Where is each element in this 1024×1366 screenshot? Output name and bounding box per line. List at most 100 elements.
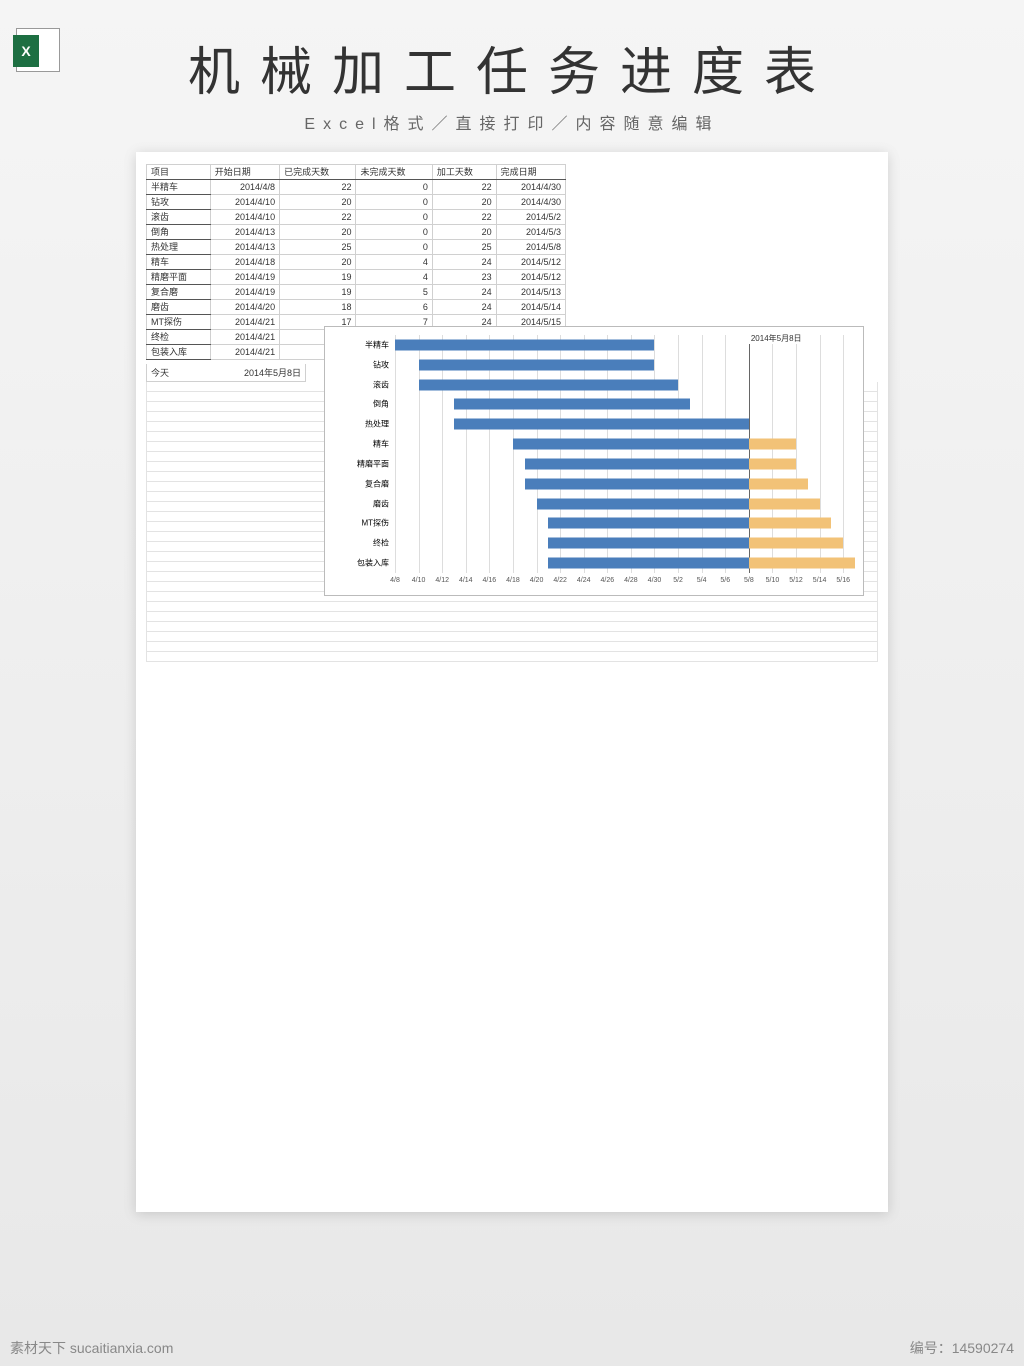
cell-name: 精车 [147,255,211,270]
cell-done: 20 [280,195,356,210]
bar-done [419,359,655,370]
table-row: 精磨平面2014/4/19194232014/5/12 [147,270,566,285]
bar-done [513,439,749,450]
cell-left: 6 [356,300,432,315]
cell-start: 2014/4/21 [210,315,279,330]
cell-dur: 20 [432,195,496,210]
today-label: 今天 [151,366,169,379]
cell-start: 2014/4/21 [210,345,279,360]
chart-category-label: 倒角 [373,399,395,410]
chart-today-label: 2014年5月8日 [749,333,804,344]
x-tick-label: 4/18 [506,577,520,584]
bar-done [548,558,749,569]
cell-dur: 23 [432,270,496,285]
bar-done [419,379,678,390]
cell-done: 19 [280,270,356,285]
cell-start: 2014/4/18 [210,255,279,270]
table-row: 半精车2014/4/8220222014/4/30 [147,180,566,195]
cell-start: 2014/4/19 [210,270,279,285]
cell-name: 倒角 [147,225,211,240]
col-end: 完成日期 [496,165,565,180]
cell-dur: 20 [432,225,496,240]
cell-dur: 24 [432,300,496,315]
x-tick-label: 5/14 [813,577,827,584]
bar-remaining [749,558,855,569]
cell-name: 滚齿 [147,210,211,225]
cell-left: 0 [356,240,432,255]
cell-end: 2014/4/30 [496,195,565,210]
x-tick-label: 4/16 [483,577,497,584]
chart-category-label: MT探伤 [361,518,395,529]
bar-done [525,458,749,469]
bar-done [395,339,654,350]
cell-done: 22 [280,210,356,225]
cell-start: 2014/4/10 [210,195,279,210]
col-done: 已完成天数 [280,165,356,180]
table-row: 热处理2014/4/13250252014/5/8 [147,240,566,255]
col-project: 项目 [147,165,211,180]
cell-done: 22 [280,180,356,195]
cell-start: 2014/4/13 [210,225,279,240]
x-tick-label: 4/20 [530,577,544,584]
table-row: 钻攻2014/4/10200202014/4/30 [147,195,566,210]
cell-name: 复合磨 [147,285,211,300]
cell-dur: 24 [432,285,496,300]
x-tick-label: 4/8 [390,577,400,584]
chart-category-label: 钻攻 [373,359,395,370]
bar-remaining [749,498,820,509]
cell-name: 包装入库 [147,345,211,360]
bar-remaining [749,478,808,489]
footer-id: 编号：14590274 [910,1338,1014,1358]
chart-category-label: 包装入库 [357,558,395,569]
cell-name: 热处理 [147,240,211,255]
cell-left: 4 [356,255,432,270]
bar-remaining [749,439,796,450]
x-tick-label: 4/24 [577,577,591,584]
x-tick-label: 5/12 [789,577,803,584]
bar-remaining [749,518,832,529]
cell-end: 2014/5/12 [496,270,565,285]
x-tick-label: 4/14 [459,577,473,584]
chart-category-label: 复合磨 [365,478,395,489]
x-tick-label: 4/28 [624,577,638,584]
chart-category-label: 磨齿 [373,498,395,509]
cell-end: 2014/5/13 [496,285,565,300]
cell-end: 2014/4/30 [496,180,565,195]
cell-name: 终检 [147,330,211,345]
cell-dur: 24 [432,255,496,270]
chart-category-label: 精车 [373,439,395,450]
cell-name: MT探伤 [147,315,211,330]
cell-name: 磨齿 [147,300,211,315]
cell-done: 20 [280,255,356,270]
x-tick-label: 4/12 [435,577,449,584]
cell-name: 半精车 [147,180,211,195]
bar-done [454,419,749,430]
chart-category-label: 半精车 [365,339,395,350]
x-tick-label: 5/6 [720,577,730,584]
cell-left: 5 [356,285,432,300]
cell-dur: 22 [432,210,496,225]
col-start: 开始日期 [210,165,279,180]
bar-done [537,498,749,509]
bar-done [525,478,749,489]
cell-done: 25 [280,240,356,255]
cell-dur: 22 [432,180,496,195]
cell-left: 0 [356,210,432,225]
cell-left: 0 [356,225,432,240]
cell-done: 18 [280,300,356,315]
chart-category-label: 精磨平面 [357,458,395,469]
cell-dur: 25 [432,240,496,255]
footer-source: 素材天下 sucaitianxia.com [10,1338,173,1358]
x-tick-label: 5/4 [697,577,707,584]
today-row: 今天 2014年5月8日 [146,364,306,382]
x-tick-label: 5/16 [836,577,850,584]
page-footer: 素材天下 sucaitianxia.com 编号：14590274 [0,1338,1024,1358]
cell-end: 2014/5/8 [496,240,565,255]
x-tick-label: 4/26 [600,577,614,584]
col-left: 未完成天数 [356,165,432,180]
bar-remaining [749,538,843,549]
x-tick-label: 5/10 [766,577,780,584]
cell-left: 4 [356,270,432,285]
table-row: 复合磨2014/4/19195242014/5/13 [147,285,566,300]
cell-start: 2014/4/8 [210,180,279,195]
